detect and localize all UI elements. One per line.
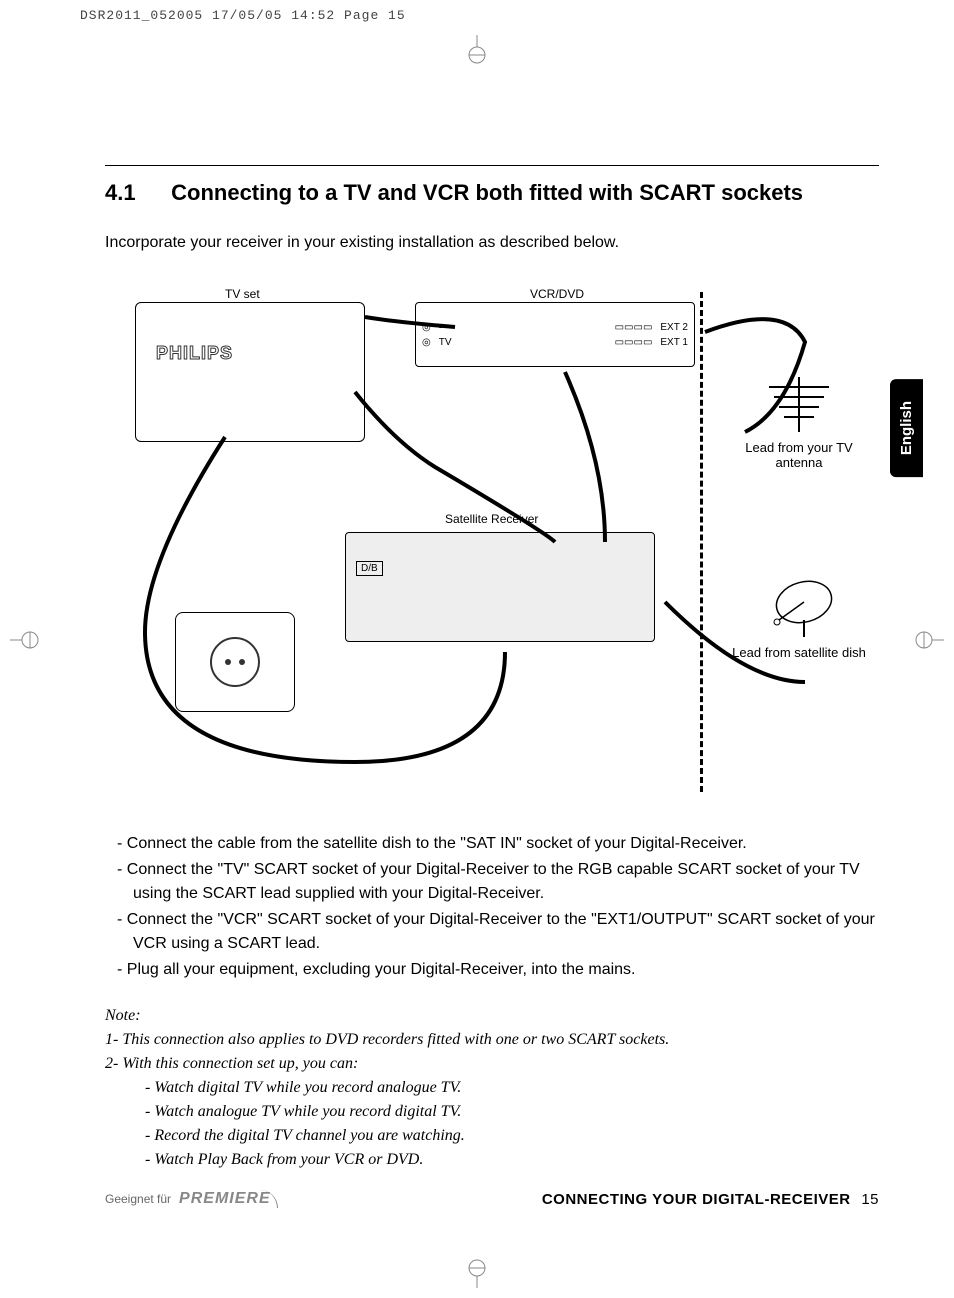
note-sub: - Record the digital TV channel you are …: [105, 1124, 879, 1148]
section-title: Connecting to a TV and VCR both fitted w…: [171, 180, 803, 205]
crop-mark-left-icon: [10, 625, 40, 655]
footer-section-title: CONNECTING YOUR DIGITAL-RECEIVER: [542, 1191, 851, 1208]
print-job-header: DSR2011_052005 17/05/05 14:52 Page 15: [80, 8, 406, 23]
list-item: Plug all your equipment, excluding your …: [105, 958, 879, 982]
section-divider: [105, 165, 879, 166]
crop-mark-right-icon: [914, 625, 944, 655]
list-item: Connect the "VCR" SCART socket of your D…: [105, 908, 879, 956]
premiere-logo: PREMIERE: [179, 1190, 278, 1208]
geeignet-text: Geeignet für: [105, 1192, 171, 1206]
note-sub: - Watch digital TV while you record anal…: [105, 1076, 879, 1100]
page-number: 15: [861, 1191, 879, 1208]
note-label: Note:: [105, 1004, 879, 1028]
section-heading: 4.1 Connecting to a TV and VCR both fitt…: [105, 180, 879, 206]
note-line: 2- With this connection set up, you can:: [105, 1052, 879, 1076]
crop-mark-top-icon: [462, 35, 492, 65]
note-line: 1- This connection also applies to DVD r…: [105, 1028, 879, 1052]
cable-paths-icon: [105, 282, 875, 802]
language-tab: English: [890, 379, 923, 477]
note-sub: - Watch analogue TV while you record dig…: [105, 1100, 879, 1124]
section-number: 4.1: [105, 180, 165, 206]
page-footer: Geeignet für PREMIERE CONNECTING YOUR DI…: [105, 1190, 879, 1208]
wiring-diagram: English TV set PHILIPS VCR/DVD ◎▪▪▭▭▭▭EX…: [105, 282, 879, 802]
note-sub: - Watch Play Back from your VCR or DVD.: [105, 1148, 879, 1172]
list-item: Connect the cable from the satellite dis…: [105, 832, 879, 856]
intro-text: Incorporate your receiver in your existi…: [105, 234, 879, 252]
crop-mark-bottom-icon: [462, 1258, 492, 1288]
note-block: Note: 1- This connection also applies to…: [105, 1004, 879, 1172]
instruction-list: Connect the cable from the satellite dis…: [105, 832, 879, 982]
list-item: Connect the "TV" SCART socket of your Di…: [105, 858, 879, 906]
